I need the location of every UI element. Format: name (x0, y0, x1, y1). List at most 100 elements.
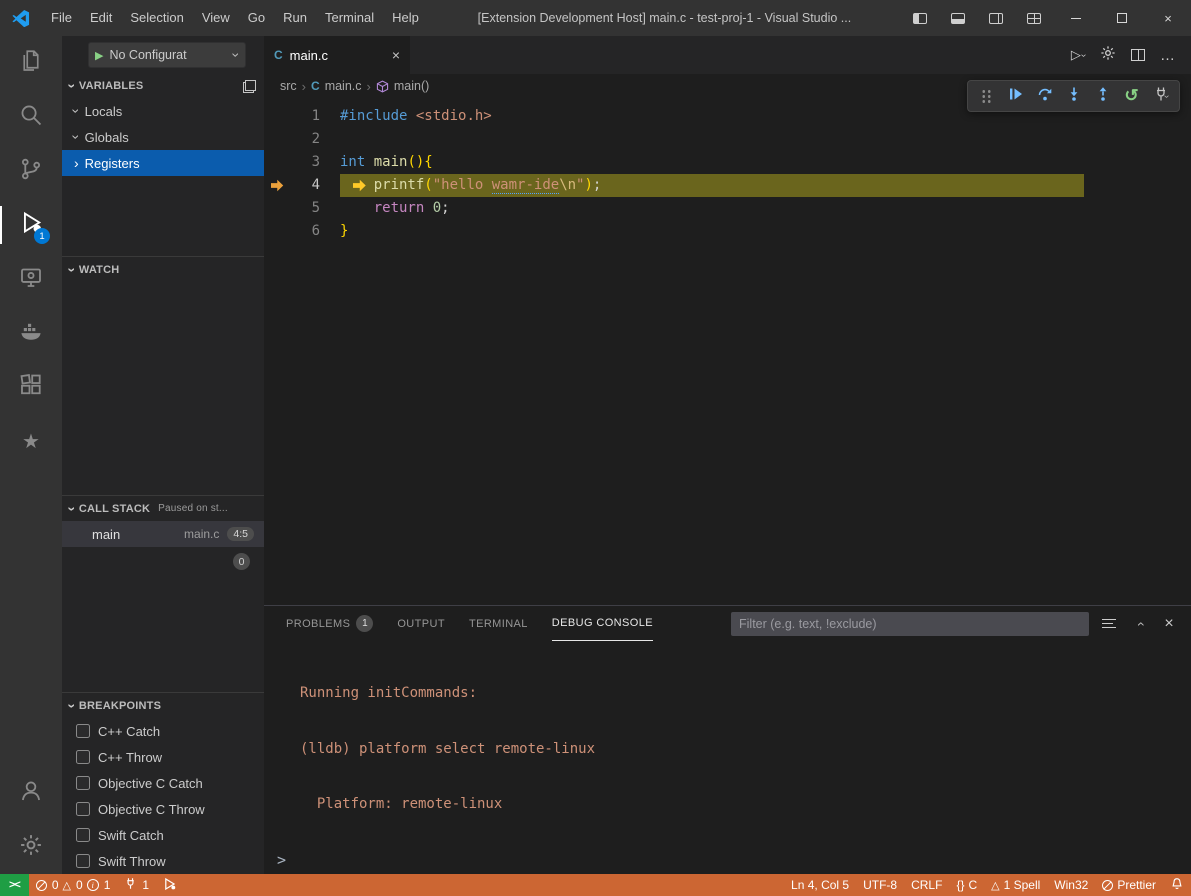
menu-go[interactable]: Go (239, 0, 274, 36)
editor-settings-button[interactable] (1095, 42, 1121, 68)
grip-icon (981, 89, 992, 104)
breakpoint-checkbox[interactable] (76, 828, 90, 842)
step-out-button[interactable] (1088, 82, 1117, 110)
tab-main-c[interactable]: C main.c × (264, 36, 410, 74)
maximize-icon[interactable] (1099, 0, 1145, 36)
step-over-icon (1037, 86, 1053, 107)
sidebar-item-explorer[interactable] (0, 36, 62, 90)
sidebar-item-starred[interactable]: ★ (0, 414, 62, 468)
console-line: (lldb) platform select remote-linux (300, 738, 1191, 762)
tab-problems[interactable]: PROBLEMS 1 (286, 606, 373, 641)
menu-selection[interactable]: Selection (121, 0, 192, 36)
breadcrumb-folder[interactable]: src (280, 79, 297, 93)
settings-gear-icon (19, 833, 43, 862)
toggle-sidebar-icon[interactable] (901, 0, 939, 36)
breakpoint-checkbox[interactable] (76, 750, 90, 764)
breakpoint-item-objc-throw[interactable]: Objective C Throw (62, 796, 264, 822)
chevron-down-icon: › (65, 703, 79, 708)
ports-status[interactable]: 1 (117, 874, 156, 896)
problems-status[interactable]: 0 △ 0 i 1 (29, 874, 118, 896)
breakpoint-item-swift-catch[interactable]: Swift Catch (62, 822, 264, 848)
toggle-secondary-sidebar-icon[interactable] (977, 0, 1015, 36)
line-number: 3 (290, 151, 320, 174)
tab-terminal[interactable]: TERMINAL (469, 606, 528, 641)
sidebar-item-source-control[interactable] (0, 144, 62, 198)
toggle-panel-icon[interactable] (939, 0, 977, 36)
breakpoint-item-cpp-throw[interactable]: C++ Throw (62, 744, 264, 770)
start-debug-icon[interactable]: ▶ (95, 49, 103, 62)
platform-indicator[interactable]: Win32 (1047, 874, 1095, 896)
tab-debug-console[interactable]: DEBUG CONSOLE (552, 606, 653, 641)
step-into-button[interactable] (1059, 82, 1088, 110)
formatter-status[interactable]: Prettier (1095, 874, 1163, 896)
spell-checker-status[interactable]: △ 1 Spell (984, 874, 1047, 896)
breakpoint-checkbox[interactable] (76, 854, 90, 868)
callstack-frame-row[interactable]: main main.c 4:5 (62, 521, 264, 547)
frame-name: main (92, 527, 120, 542)
cursor-position[interactable]: Ln 4, Col 5 (784, 874, 856, 896)
variables-globals-row[interactable]: › Globals (62, 124, 264, 150)
debug-config-dropdown[interactable]: ▶ No Configurat › (88, 42, 246, 68)
more-actions-button[interactable]: … (1155, 42, 1181, 68)
variables-section-header[interactable]: › VARIABLES (62, 74, 264, 98)
breakpoint-item-swift-throw[interactable]: Swift Throw (62, 848, 264, 874)
debug-console-output[interactable]: Running initCommands: (lldb) platform se… (264, 641, 1191, 846)
maximize-panel-button[interactable]: › (1127, 612, 1151, 636)
minimize-icon[interactable] (1053, 0, 1099, 36)
close-icon[interactable]: × (1145, 0, 1191, 36)
breadcrumb-file[interactable]: main.c (325, 79, 362, 93)
eol-indicator[interactable]: CRLF (904, 874, 949, 896)
encoding-indicator[interactable]: UTF-8 (856, 874, 904, 896)
breakpoint-item-objc-catch[interactable]: Objective C Catch (62, 770, 264, 796)
menu-edit[interactable]: Edit (81, 0, 121, 36)
variables-title: VARIABLES (79, 80, 144, 92)
variables-registers-row[interactable]: › Registers (62, 150, 264, 176)
disconnect-button[interactable]: › (1146, 82, 1175, 110)
breakpoint-checkbox[interactable] (76, 724, 90, 738)
menu-file[interactable]: File (42, 0, 81, 36)
sidebar-item-search[interactable] (0, 90, 62, 144)
menu-help[interactable]: Help (383, 0, 428, 36)
window-title: [Extension Development Host] main.c - te… (428, 11, 901, 25)
toolbar-drag-handle[interactable] (972, 82, 1001, 110)
chevron-down-icon: › (1161, 94, 1172, 97)
menu-run[interactable]: Run (274, 0, 316, 36)
warning-icon: △ (63, 879, 71, 892)
close-tab-icon[interactable]: × (392, 47, 400, 63)
split-editor-button[interactable] (1125, 42, 1151, 68)
continue-button[interactable] (1001, 82, 1030, 110)
breakpoint-checkbox[interactable] (76, 776, 90, 790)
customize-layout-icon[interactable] (1015, 0, 1053, 36)
callstack-section-header[interactable]: › CALL STACK Paused on st... (62, 495, 264, 521)
notifications-button[interactable] (1163, 874, 1191, 896)
menu-view[interactable]: View (193, 0, 239, 36)
menu-terminal[interactable]: Terminal (316, 0, 383, 36)
close-icon: × (1164, 615, 1173, 633)
console-filter-input[interactable] (731, 612, 1089, 636)
run-file-button[interactable]: ▷› (1065, 42, 1091, 68)
output-actions-button[interactable] (1097, 612, 1121, 636)
sidebar-item-settings[interactable] (0, 820, 62, 874)
step-over-button[interactable] (1030, 82, 1059, 110)
breakpoint-item-cpp-catch[interactable]: C++ Catch (62, 718, 264, 744)
sidebar-item-docker[interactable] (0, 306, 62, 360)
restart-button[interactable]: ↺ (1117, 82, 1146, 110)
code-editor[interactable]: 1 #include <stdio.h> 2 3 int main(){ 4 p… (264, 98, 1191, 605)
chevron-down-icon: › (69, 135, 83, 140)
tab-output[interactable]: OUTPUT (397, 606, 445, 641)
debug-status[interactable] (156, 874, 184, 896)
close-panel-button[interactable]: × (1157, 612, 1181, 636)
language-mode[interactable]: {} C (949, 874, 984, 896)
sidebar-item-accounts[interactable] (0, 766, 62, 820)
variables-locals-row[interactable]: › Locals (62, 98, 264, 124)
collapse-all-icon[interactable] (243, 80, 256, 93)
breadcrumb-symbol[interactable]: main() (394, 79, 429, 93)
remote-indicator[interactable]: >< (0, 874, 29, 896)
sidebar-item-remote-explorer[interactable] (0, 252, 62, 306)
watch-section-header[interactable]: › WATCH (62, 256, 264, 282)
breakpoint-checkbox[interactable] (76, 802, 90, 816)
sidebar-item-run-debug[interactable]: 1 (0, 198, 62, 252)
debug-repl-input[interactable]: > (264, 846, 1191, 874)
breakpoints-section-header[interactable]: › BREAKPOINTS (62, 692, 264, 718)
sidebar-item-extensions[interactable] (0, 360, 62, 414)
